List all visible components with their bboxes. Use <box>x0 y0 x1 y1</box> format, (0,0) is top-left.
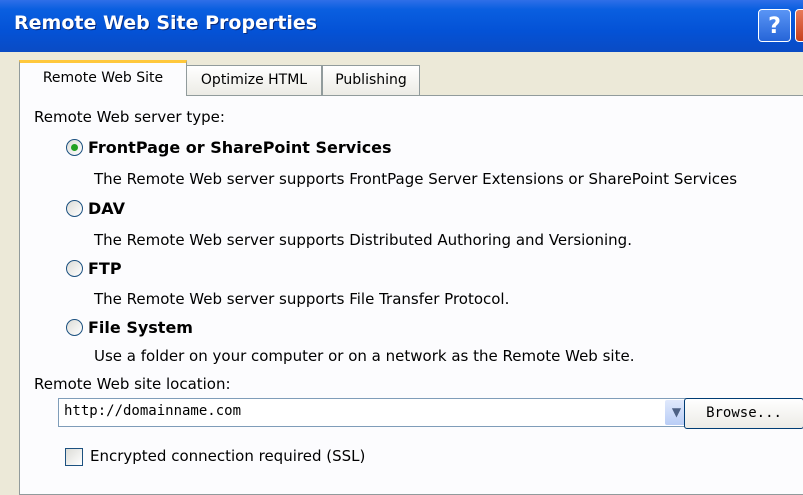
title-bar: Remote Web Site Properties ? <box>0 0 803 52</box>
frontpage-option-label[interactable]: FrontPage or SharePoint Services <box>88 138 392 157</box>
radio-file-system[interactable] <box>66 319 83 336</box>
frontpage-option-description: The Remote Web server supports FrontPage… <box>94 170 738 188</box>
file-system-option-description: Use a folder on your computer or on a ne… <box>94 347 635 365</box>
server-type-heading: Remote Web server type: <box>34 108 225 126</box>
radio-selected-dot <box>71 144 78 151</box>
window-title: Remote Web Site Properties <box>14 12 318 34</box>
ssl-checkbox[interactable] <box>65 448 83 466</box>
tab-remote-web-site[interactable]: Remote Web Site <box>19 60 187 96</box>
location-input[interactable]: http://domainname.com <box>64 403 241 419</box>
dav-option-label[interactable]: DAV <box>88 199 125 218</box>
close-button[interactable] <box>795 9 803 42</box>
help-button[interactable]: ? <box>758 9 791 42</box>
dav-option-description: The Remote Web server supports Distribut… <box>94 231 632 249</box>
location-label: Remote Web site location: <box>34 375 231 393</box>
radio-dav[interactable] <box>66 200 83 217</box>
file-system-option-label[interactable]: File System <box>88 318 193 337</box>
ftp-option-label[interactable]: FTP <box>88 259 122 278</box>
location-combobox[interactable]: http://domainname.com ▼ <box>58 398 690 427</box>
ssl-label[interactable]: Encrypted connection required (SSL) <box>90 447 365 465</box>
browse-button[interactable]: Browse... <box>684 398 803 429</box>
tab-optimize-html[interactable]: Optimize HTML <box>186 65 322 95</box>
radio-ftp[interactable] <box>66 260 83 277</box>
tab-publishing[interactable]: Publishing <box>322 65 420 95</box>
radio-frontpage[interactable] <box>66 139 83 156</box>
ftp-option-description: The Remote Web server supports File Tran… <box>94 290 510 308</box>
